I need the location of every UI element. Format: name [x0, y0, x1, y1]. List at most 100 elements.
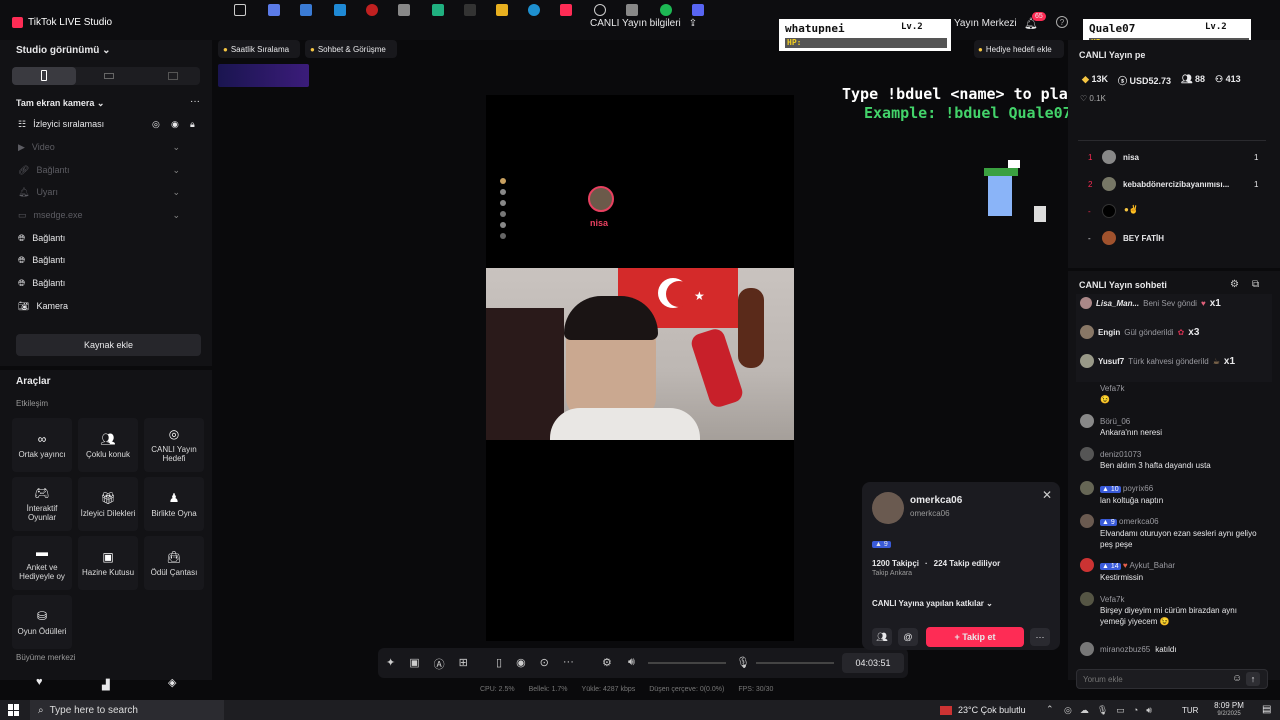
tool-poll[interactable]: ▬ Anket ve Hediyeyle oy	[12, 536, 72, 590]
source-row[interactable]: 🌐︎ Bağlantı	[0, 249, 200, 271]
notification-icon[interactable]: ▤	[1262, 704, 1271, 715]
more-icon[interactable]: ···	[1030, 628, 1050, 646]
tool-multi-guest[interactable]: 👥︎ Çoklu konuk	[78, 418, 138, 472]
growth-icon[interactable]: ▟	[102, 680, 110, 691]
follow-button[interactable]: + Takip et	[926, 627, 1024, 647]
avatar	[1080, 481, 1094, 495]
gift-icon: 🎁︎	[100, 490, 116, 505]
mic-icon[interactable]: 🎙︎	[736, 656, 750, 669]
battery-icon[interactable]: ▭	[1116, 705, 1125, 716]
mic-slider[interactable]	[756, 662, 834, 664]
growth-icon[interactable]: ◈	[168, 676, 176, 689]
record-icon[interactable]: ◉	[516, 656, 526, 669]
tray-chevron-icon[interactable]: ⌃	[1046, 704, 1054, 715]
clock[interactable]: 8:09 PM 9/2/2025	[1208, 701, 1250, 719]
source-row[interactable]: 🌐︎ Bağlantı	[0, 272, 200, 294]
settings-icon[interactable]: ⚙	[602, 656, 612, 669]
close-icon[interactable]: ✕	[1042, 488, 1052, 502]
task-view-icon[interactable]	[234, 4, 246, 16]
source-row[interactable]: ▶ Video ⌄	[0, 136, 200, 158]
network-icon[interactable]: ◎	[1064, 705, 1072, 716]
source-row[interactable]: ▭ msedge.exe ⌄	[0, 204, 200, 226]
source-row[interactable]: 🌐︎ Bağlantı	[0, 227, 200, 249]
source-row[interactable]: 📷︎ Kamera	[0, 295, 200, 317]
camera-icon: 📷︎	[18, 300, 30, 311]
volume-slider[interactable]	[648, 662, 726, 664]
send-icon[interactable]: ↑	[1246, 672, 1260, 686]
source-row[interactable]: ☷ İzleyici sıralaması ◎ ◉ 🔒︎	[0, 113, 200, 135]
app-icon[interactable]	[626, 4, 638, 16]
copilot-icon[interactable]	[268, 4, 280, 16]
effects-icon[interactable]: ✦	[386, 656, 395, 672]
more-icon[interactable]: ···	[190, 96, 200, 107]
ai-icon[interactable]: Ⓐ	[434, 656, 445, 672]
scene-title[interactable]: Tam ekran kamera ⌄	[16, 98, 104, 109]
language-indicator[interactable]: TUR	[1182, 706, 1198, 715]
wifi-icon[interactable]: ◔	[1133, 705, 1138, 716]
source-row[interactable]: 🔗︎ Bağlantı ⌄	[0, 159, 200, 181]
help-icon[interactable]: ?	[1056, 16, 1068, 28]
volume-icon[interactable]: 🔊︎	[1146, 705, 1152, 716]
store-icon[interactable]	[300, 4, 312, 16]
cloud-icon[interactable]: ☁	[1080, 705, 1089, 716]
portrait-layout-button[interactable]	[12, 67, 76, 85]
avatar[interactable]	[872, 492, 904, 524]
tool-live-goal[interactable]: ◎ CANLI Yayın Hedefi	[144, 418, 204, 472]
capture-icon[interactable]: ⊙	[540, 656, 549, 669]
tool-play-together[interactable]: ♟ Birlikte Oyna	[144, 477, 204, 531]
event-banner[interactable]	[218, 64, 309, 87]
screen-icon[interactable]: ▣	[409, 656, 419, 672]
contributions-link[interactable]: CANLI Yayına yapılan katkılar ⌄	[872, 599, 993, 608]
app-icon[interactable]	[432, 4, 444, 16]
viewer-name: nisa	[590, 218, 609, 228]
mic-icon[interactable]: 🎙︎	[1097, 705, 1108, 716]
tool-interactive-games[interactable]: 🎮︎ İnteraktif Oyunlar	[12, 477, 72, 531]
mention-icon[interactable]: @	[898, 628, 918, 646]
app-icon[interactable]	[464, 4, 476, 16]
growth-icon[interactable]: ♥	[36, 676, 43, 688]
windows-start-icon[interactable]	[8, 704, 20, 716]
tiktok-icon[interactable]	[560, 4, 572, 16]
add-scene-icon[interactable]: ⊞	[459, 656, 468, 672]
live-center-link[interactable]: Yayın Merkezi	[954, 18, 1017, 29]
live-info-button[interactable]: CANLI Yayın bilgileri ⇪	[590, 18, 697, 29]
game-instruction: Type !bduel <name> to play	[842, 85, 1077, 103]
phone-icon[interactable]: ▯	[496, 656, 502, 669]
tool-treasure-box[interactable]: ▣ Hazine Kutusu	[78, 536, 138, 590]
add-source-button[interactable]: Kaynak ekle	[16, 334, 201, 356]
studio-view-title[interactable]: Studio görünümü ⌄	[16, 45, 111, 56]
taskbar-search[interactable]: ⌕ Type here to search	[30, 700, 224, 720]
app-icon[interactable]	[692, 4, 704, 16]
hourly-ranking-tab[interactable]: ● Saatlik Sıralama	[218, 40, 300, 58]
bag-icon: 👜︎	[166, 549, 182, 564]
more-icon[interactable]: ···	[563, 656, 574, 669]
settings-icon[interactable]: ⚙	[1230, 279, 1239, 290]
users-icon[interactable]: 👥︎	[872, 628, 892, 646]
volume-icon[interactable]: 🔊︎	[628, 656, 635, 669]
app-icon[interactable]	[366, 4, 378, 16]
source-row[interactable]: 🔔︎ Uyarı ⌄	[0, 181, 200, 203]
edge-icon[interactable]	[528, 4, 540, 16]
gift-icon: ♥	[1200, 298, 1206, 308]
landscape-layout-icon[interactable]	[104, 73, 114, 79]
mail-icon[interactable]	[334, 4, 346, 16]
chat-talk-tab[interactable]: ● Sohbet & Görüşme	[305, 40, 397, 58]
tool-co-host[interactable]: ∞ Ortak yayıncı	[12, 418, 72, 472]
app-icon[interactable]	[594, 4, 606, 16]
tool-game-rewards[interactable]: ⛁ Oyun Ödülleri	[12, 595, 72, 649]
chevron-down-icon: ⌄	[172, 186, 180, 197]
tool-reward-bag[interactable]: 👜︎ Ödül Çantası	[144, 536, 204, 590]
eye-icon[interactable]: ◉	[171, 119, 179, 130]
app-icon[interactable]	[398, 4, 410, 16]
tool-viewer-wishes[interactable]: 🎁︎ İzleyici Dilekleri	[78, 477, 138, 531]
emoji-icon[interactable]: ☺	[1232, 673, 1242, 684]
add-gift-goal-button[interactable]: ● Hediye hedefi ekle	[974, 40, 1064, 58]
popout-icon[interactable]: ⧉	[1252, 279, 1259, 290]
folder-icon[interactable]	[496, 4, 508, 16]
multi-layout-icon[interactable]	[168, 72, 178, 80]
follow-stats: 1200 Takipçi · 224 Takip ediliyor	[872, 559, 1001, 568]
weather-text[interactable]: 23°C Çok bulutlu	[958, 705, 1026, 715]
avatar	[1080, 325, 1094, 339]
spotify-icon[interactable]	[660, 4, 672, 16]
lock-icon[interactable]: 🔒︎	[190, 119, 195, 130]
